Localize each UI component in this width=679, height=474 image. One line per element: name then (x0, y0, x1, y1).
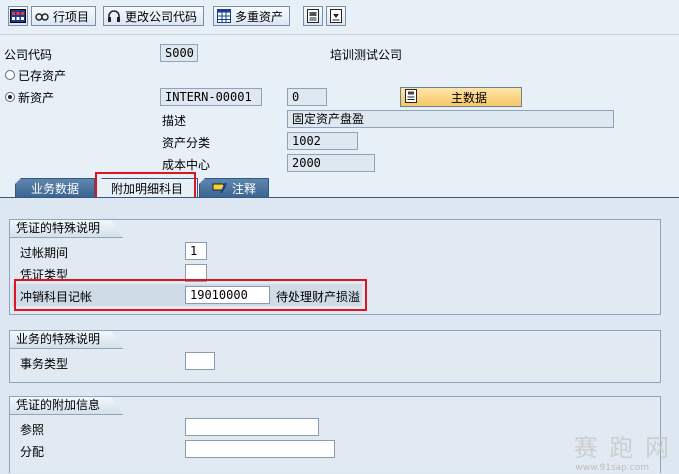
posting-period-field[interactable]: 1 (185, 242, 207, 260)
assignment-label: 分配 (20, 445, 45, 459)
line-items-button[interactable]: 行项目 (31, 6, 97, 26)
group-title: 凭证的附加信息 (10, 397, 123, 415)
change-company-code-button[interactable]: 更改公司代码 (103, 6, 205, 26)
next-document-button[interactable] (326, 6, 346, 26)
screen-layout-icon (10, 9, 26, 23)
tab-notes[interactable]: 注释 (199, 178, 269, 198)
watermark-url: www.91sap.com (575, 463, 649, 473)
group-title: 业务的特殊说明 (10, 331, 123, 349)
tab-notes-label: 注释 (231, 181, 256, 196)
asset-class-label: 资产分类 (162, 136, 211, 150)
document-nav-icon (307, 9, 319, 23)
company-code-label: 公司代码 (4, 48, 53, 62)
master-data-button[interactable]: 主数据 (400, 87, 522, 107)
description-field[interactable]: 固定资产盘盈 (287, 110, 614, 128)
reference-field[interactable] (185, 418, 319, 436)
tab-business-data[interactable]: 业务数据 (15, 178, 95, 198)
reference-label: 参照 (20, 423, 45, 437)
application-toolbar: 行项目 更改公司代码 多重资产 (0, 0, 679, 35)
new-asset-radio[interactable] (5, 92, 15, 102)
watermark-text: 赛 跑 网 (573, 434, 671, 462)
table-grid-icon (217, 9, 231, 23)
asset-number-field[interactable]: INTERN-00001 (160, 88, 262, 106)
cost-center-field[interactable]: 2000 (287, 154, 375, 172)
pencil-icon (212, 182, 227, 194)
document-icon (405, 88, 417, 106)
offset-highlight-box (14, 279, 367, 311)
document-additional-group: 凭证的附加信息 (9, 396, 661, 473)
assignment-field[interactable] (185, 440, 335, 458)
existing-asset-label: 已存资产 (18, 69, 67, 83)
glasses-icon (35, 9, 49, 23)
description-label: 描述 (162, 114, 187, 128)
screen-layout-button[interactable] (8, 6, 28, 26)
transaction-type-field[interactable] (185, 352, 215, 370)
existing-asset-radio[interactable] (5, 70, 15, 80)
previous-document-button[interactable] (303, 6, 323, 26)
transaction-type-label: 事务类型 (20, 357, 69, 371)
headset-icon (107, 9, 121, 23)
sub-number-field[interactable]: 0 (287, 88, 327, 106)
company-name-text: 培训测试公司 (330, 48, 403, 62)
master-data-label: 主数据 (450, 90, 487, 105)
new-asset-label: 新资产 (18, 91, 55, 105)
cost-center-label: 成本中心 (162, 158, 211, 172)
company-code-field[interactable]: S000 (160, 44, 198, 62)
line-items-label: 行项目 (53, 9, 90, 24)
change-company-code-label: 更改公司代码 (125, 9, 198, 24)
multiple-assets-label: 多重资产 (235, 9, 284, 24)
posting-period-label: 过帐期间 (20, 246, 69, 260)
business-special-group: 业务的特殊说明 (9, 330, 661, 383)
multiple-assets-button[interactable]: 多重资产 (213, 6, 291, 26)
document-save-icon (330, 9, 342, 23)
asset-class-field[interactable]: 1002 (287, 132, 358, 150)
tab-business-data-label: 业务数据 (30, 181, 79, 196)
group-title: 凭证的特殊说明 (10, 220, 123, 238)
